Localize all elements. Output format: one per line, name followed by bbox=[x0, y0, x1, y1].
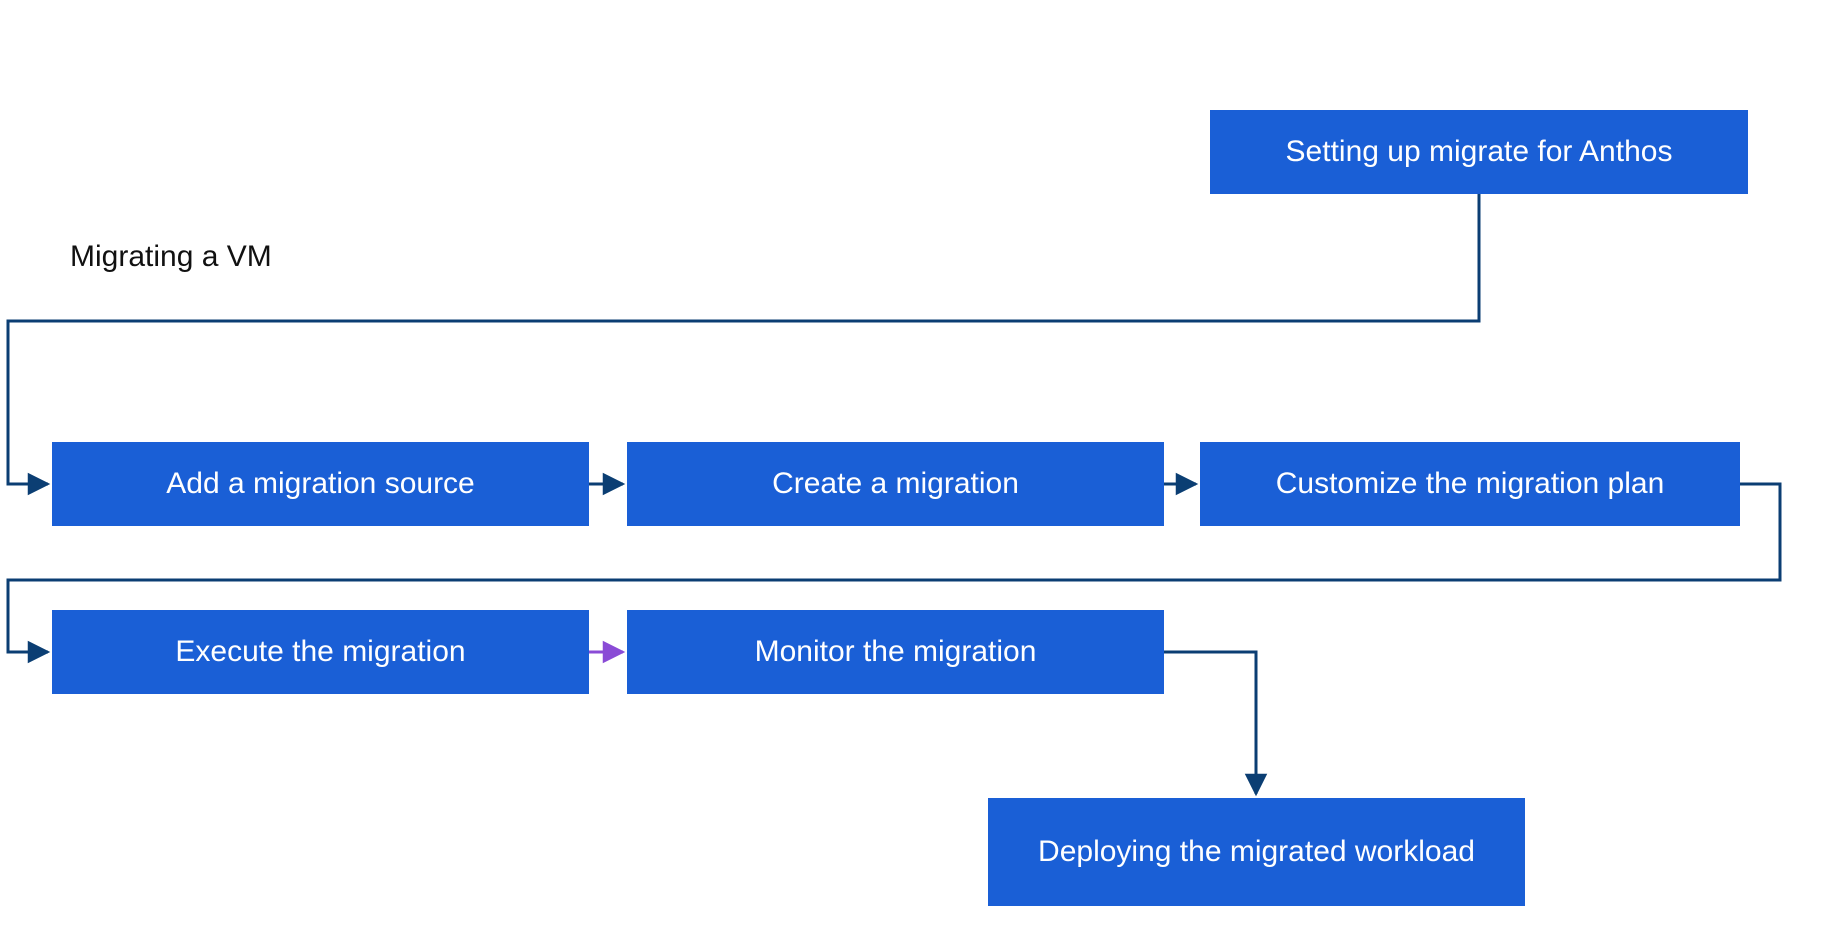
edge-monitor-to-deploy bbox=[1164, 652, 1256, 794]
node-customize: Customize the migration plan bbox=[1200, 442, 1740, 526]
diagram-canvas: Migrating a VM Setting up migrate for An… bbox=[0, 0, 1847, 941]
node-monitor: Monitor the migration bbox=[627, 610, 1164, 694]
node-deploy: Deploying the migrated workload bbox=[988, 798, 1525, 906]
node-execute: Execute the migration bbox=[52, 610, 589, 694]
edge-setup-to-addsource bbox=[8, 194, 1479, 484]
node-create: Create a migration bbox=[627, 442, 1164, 526]
node-add-source: Add a migration source bbox=[52, 442, 589, 526]
node-setup: Setting up migrate for Anthos bbox=[1210, 110, 1748, 194]
diagram-title: Migrating a VM bbox=[70, 240, 272, 274]
